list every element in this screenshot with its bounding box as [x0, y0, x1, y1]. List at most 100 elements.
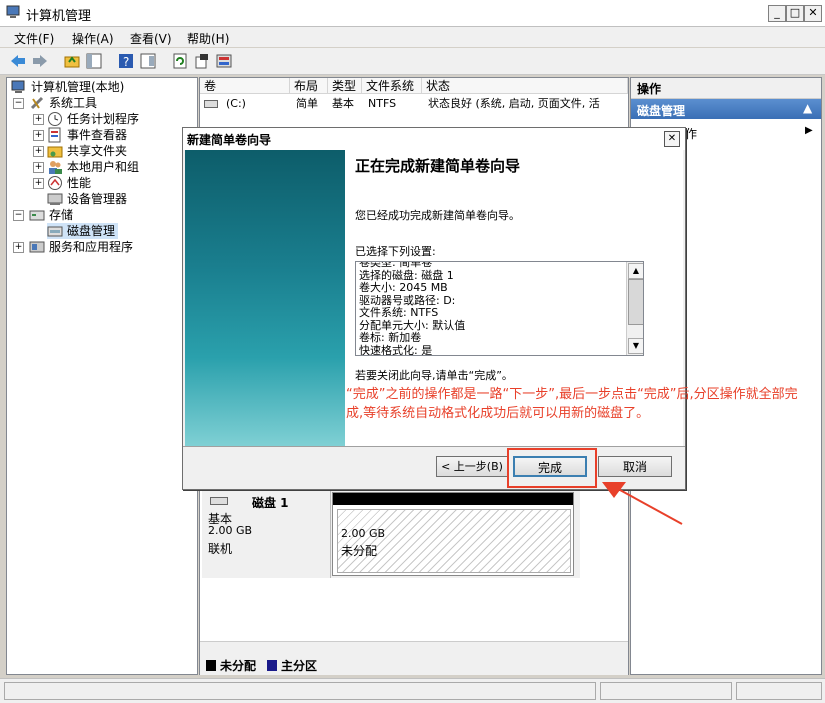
- maximize-button[interactable]: □: [786, 5, 804, 22]
- tree-label-local-users: 本地用户和组: [67, 160, 140, 174]
- partition-header-bar: [333, 493, 573, 505]
- cell-type: 基本: [332, 97, 354, 110]
- settings-listbox[interactable]: 卷类型: 简单卷 选择的磁盘: 磁盘 1 卷大小: 2045 MB 驱动器号或路…: [355, 261, 644, 356]
- settings-line: 卷大小: 2045 MB: [359, 281, 448, 294]
- svg-text:?: ?: [123, 55, 129, 69]
- scroll-down-icon[interactable]: ▼: [628, 338, 643, 354]
- annotation-text: “完成”之前的操作都是一路“下一步”,最后一步点击“完成”后,分区操作就全部完成…: [346, 387, 798, 421]
- legend-label-unallocated: 未分配: [220, 659, 257, 673]
- tree-label-device-manager: 设备管理器: [67, 192, 128, 206]
- status-cell: [600, 682, 732, 700]
- refresh-icon[interactable]: [170, 51, 190, 71]
- shared-folder-icon: [47, 146, 63, 158]
- cell-filesystem: NTFS: [368, 97, 397, 110]
- tree-item-event-viewer[interactable]: 事件查看器: [47, 127, 127, 143]
- expand-toggle[interactable]: +: [33, 162, 44, 173]
- scroll-thumb[interactable]: [628, 279, 643, 325]
- tree-item-root[interactable]: 计算机管理(本地): [11, 79, 124, 95]
- close-button[interactable]: ✕: [804, 5, 822, 22]
- tree-label-root: 计算机管理(本地): [31, 80, 125, 94]
- tree-item-device-manager[interactable]: 设备管理器: [47, 191, 127, 207]
- expand-toggle[interactable]: +: [13, 242, 24, 253]
- expand-toggle[interactable]: +: [33, 178, 44, 189]
- cancel-button[interactable]: 取消: [598, 456, 672, 477]
- disk-icon: [210, 497, 228, 505]
- menu-view[interactable]: 查看(V): [130, 30, 172, 47]
- column-header-layout[interactable]: 布局: [290, 78, 328, 94]
- tree-item-services-apps[interactable]: 服务和应用程序: [29, 239, 133, 255]
- forward-arrow-icon[interactable]: [30, 51, 50, 71]
- console-tree: 计算机管理(本地) − 系统工具 + 任务计划程序 + 事件查看器 + 共享文件…: [6, 77, 198, 675]
- collapse-up-icon[interactable]: ▲: [803, 101, 812, 115]
- wizard-heading: 正在完成新建简单卷向导: [355, 157, 521, 175]
- tree-item-local-users[interactable]: 本地用户和组: [47, 159, 139, 175]
- scroll-up-icon[interactable]: ▲: [628, 263, 643, 279]
- tree-label-task-scheduler: 任务计划程序: [67, 112, 140, 126]
- export-icon[interactable]: [192, 51, 212, 71]
- dialog-divider: [183, 446, 685, 447]
- disk-info: 磁盘 1 基本 2.00 GB 联机: [202, 488, 331, 578]
- toolbar: ?: [0, 48, 825, 75]
- submenu-arrow-icon: ▶: [805, 125, 813, 136]
- menu-action[interactable]: 操作(A): [72, 30, 114, 47]
- expand-toggle[interactable]: +: [33, 114, 44, 125]
- collapse-toggle[interactable]: −: [13, 98, 24, 109]
- column-header-filesystem[interactable]: 文件系统: [362, 78, 422, 94]
- status-cell: [4, 682, 596, 700]
- console-tree-icon[interactable]: [84, 51, 104, 71]
- up-folder-icon[interactable]: [62, 51, 82, 71]
- partition-size: 2.00 GB: [341, 527, 386, 540]
- collapse-toggle[interactable]: −: [13, 210, 24, 221]
- partition-unallocated[interactable]: 2.00 GB 未分配: [332, 492, 574, 576]
- tree-item-storage[interactable]: 存储: [29, 207, 73, 223]
- back-arrow-icon[interactable]: [8, 51, 28, 71]
- dialog-title: 新建简单卷向导: [187, 133, 272, 147]
- disk-management-icon: [47, 226, 63, 237]
- actions-section[interactable]: 磁盘管理 ▲: [631, 99, 821, 119]
- menu-help[interactable]: 帮助(H): [187, 30, 229, 47]
- tree-item-task-scheduler[interactable]: 任务计划程序: [47, 111, 139, 127]
- menu-bar: 文件(F) 操作(A) 查看(V) 帮助(H): [0, 27, 825, 47]
- listbox-scrollbar[interactable]: ▲ ▼: [626, 262, 643, 355]
- disk-size: 2.00 GB: [208, 524, 253, 537]
- disk-properties-icon[interactable]: [214, 51, 234, 71]
- tree-item-shared-folders[interactable]: 共享文件夹: [47, 143, 127, 159]
- legend-label-primary: 主分区: [281, 659, 318, 673]
- status-bar: [0, 678, 825, 703]
- disk-panel: 磁盘 1 基本 2.00 GB 联机 2.00 GB 未分配: [202, 488, 580, 578]
- wizard-close-hint: 若要关闭此向导,请单击“完成”。: [355, 369, 513, 382]
- services-icon: [29, 241, 45, 253]
- help-icon[interactable]: ?: [116, 51, 136, 71]
- expand-toggle[interactable]: +: [33, 146, 44, 157]
- column-header-status[interactable]: 状态: [422, 78, 628, 94]
- back-button[interactable]: < 上一步(B): [436, 456, 508, 477]
- status-cell: [736, 682, 822, 700]
- tree-item-performance[interactable]: 性能: [47, 175, 91, 191]
- wizard-banner-image: [185, 150, 345, 446]
- tree-label-shared-folders: 共享文件夹: [67, 144, 128, 158]
- column-header-volume[interactable]: 卷: [200, 78, 290, 94]
- menu-file[interactable]: 文件(F): [14, 30, 54, 47]
- cell-layout: 简单: [296, 97, 318, 110]
- performance-icon: [48, 176, 62, 190]
- device-manager-icon: [47, 193, 63, 205]
- tree-label-services-apps: 服务和应用程序: [49, 240, 134, 254]
- expand-toggle[interactable]: +: [33, 130, 44, 141]
- tree-item-disk-management[interactable]: 磁盘管理: [47, 223, 119, 239]
- computer-management-icon: [6, 5, 20, 18]
- legend-bar: 未分配 主分区: [200, 641, 628, 675]
- dialog-close-icon[interactable]: ✕: [664, 131, 680, 147]
- table-row[interactable]: (C:) 简单 基本 NTFS 状态良好 (系统, 启动, 页面文件, 活: [200, 96, 628, 112]
- computer-icon: [11, 80, 25, 93]
- partition-hatch: [337, 509, 571, 573]
- title-bar: 计算机管理 _ □ ✕: [0, 0, 825, 27]
- settings-list: 卷类型: 简单卷 选择的磁盘: 磁盘 1 卷大小: 2045 MB 驱动器号或路…: [359, 262, 465, 355]
- settings-line: 卷标: 新加卷: [359, 331, 422, 344]
- column-header-type[interactable]: 类型: [328, 78, 362, 94]
- properties-icon[interactable]: [138, 51, 158, 71]
- dialog-title-bar: 新建简单卷向导 ✕: [183, 128, 685, 150]
- actions-header: 操作: [631, 78, 821, 99]
- minimize-button[interactable]: _: [768, 5, 786, 22]
- wizard-success-text: 您已经成功完成新建简单卷向导。: [355, 209, 520, 222]
- tree-item-system-tools[interactable]: 系统工具: [29, 95, 97, 111]
